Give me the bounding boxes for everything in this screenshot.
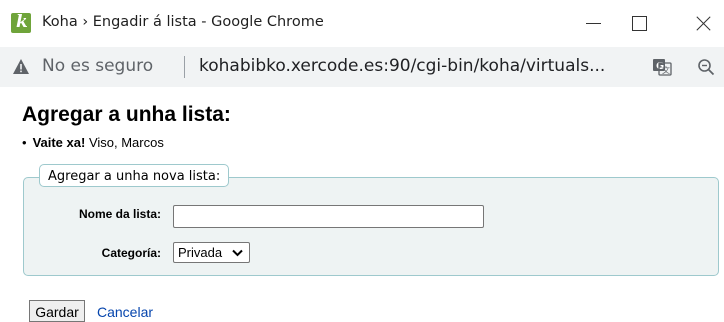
bullet: • bbox=[22, 135, 27, 150]
chevron-down-icon bbox=[232, 249, 243, 257]
url-field[interactable]: kohabibko.xercode.es:90/cgi-bin/koha/vir… bbox=[199, 56, 605, 76]
fieldset-legend: Agregar a unha nova lista: bbox=[39, 164, 230, 187]
list-name-input[interactable] bbox=[173, 205, 484, 228]
window-title: Koha › Engadir á lista - Google Chrome bbox=[42, 14, 324, 30]
category-label: Categoría: bbox=[101, 246, 161, 260]
svg-text:文: 文 bbox=[662, 65, 670, 75]
window-titlebar: k Koha › Engadir á lista - Google Chrome bbox=[0, 0, 724, 47]
warning-icon[interactable] bbox=[12, 58, 30, 75]
address-separator bbox=[184, 56, 185, 78]
page-title: Agregar a unha lista: bbox=[22, 103, 231, 126]
list-name-label: Nome da lista: bbox=[78, 207, 161, 221]
info-label: Vaite xa! bbox=[32, 135, 86, 150]
category-selected-value: Privada bbox=[178, 245, 223, 260]
security-label[interactable]: No es seguro bbox=[42, 56, 153, 76]
category-select[interactable]: Privada bbox=[173, 242, 250, 263]
minimize-button[interactable] bbox=[573, 8, 613, 38]
zoom-icon[interactable] bbox=[697, 58, 715, 76]
koha-app-icon: k bbox=[11, 12, 31, 33]
info-line: • Vaite xa! Viso, Marcos bbox=[22, 135, 164, 150]
cancel-link[interactable]: Cancelar bbox=[97, 304, 153, 320]
save-button[interactable]: Gardar bbox=[29, 300, 85, 322]
info-text: Viso, Marcos bbox=[85, 135, 164, 150]
close-window-button[interactable] bbox=[683, 8, 723, 38]
maximize-button[interactable] bbox=[619, 8, 659, 38]
translate-icon[interactable]: G 文 bbox=[652, 58, 672, 76]
address-bar[interactable]: No es seguro kohabibko.xercode.es:90/cgi… bbox=[0, 47, 724, 87]
